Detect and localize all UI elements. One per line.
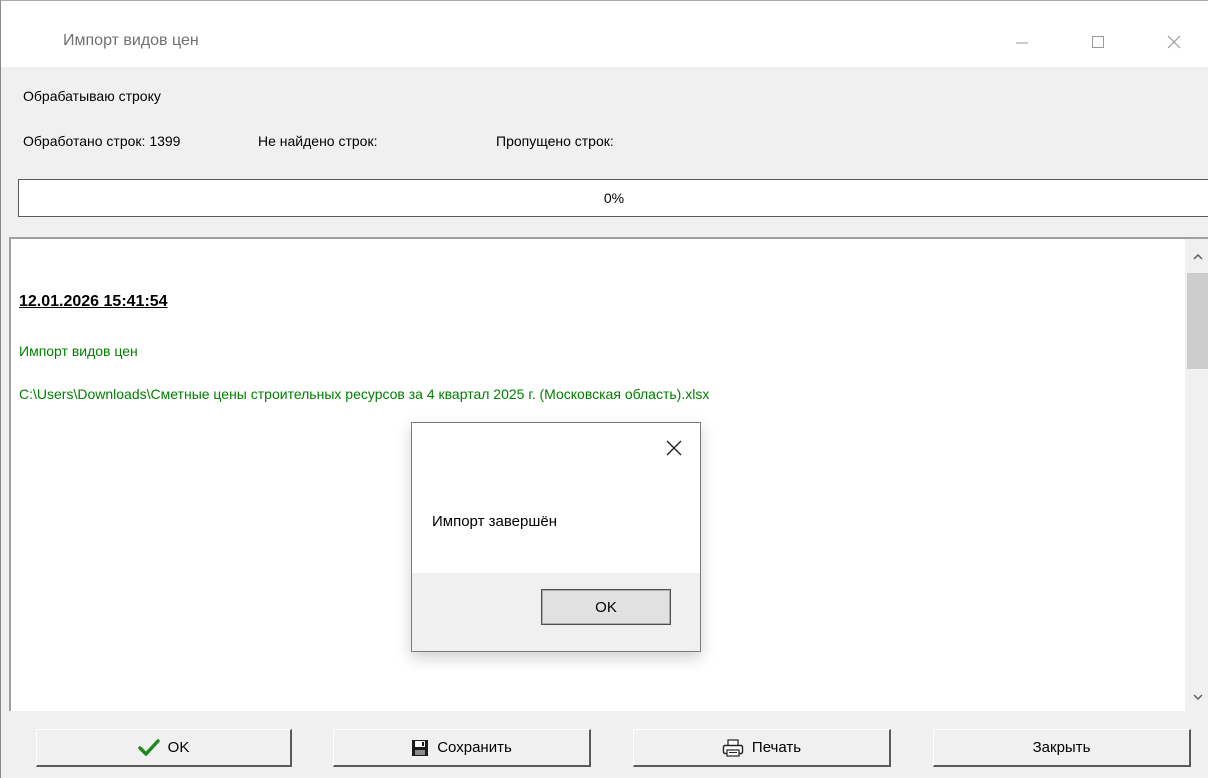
close-icon (1167, 35, 1181, 49)
dialog-message: Импорт завершён (432, 513, 557, 530)
maximize-icon (1092, 36, 1104, 48)
close-window-button[interactable] (1151, 25, 1197, 59)
not-found-count: Не найдено строк: (258, 133, 378, 149)
scroll-thumb[interactable] (1187, 273, 1208, 369)
window-title: Импорт видов цен (63, 32, 199, 49)
minimize-icon (1016, 42, 1028, 44)
print-button-label: Печать (751, 739, 802, 756)
title-bar: Импорт видов цен (1, 1, 1208, 67)
printer-icon (722, 738, 744, 757)
scroll-up-button[interactable] (1185, 245, 1208, 269)
progress-percent: 0% (603, 190, 625, 206)
checkmark-icon (137, 738, 160, 757)
scroll-down-button[interactable] (1185, 685, 1208, 709)
floppy-disk-icon (411, 739, 429, 757)
minimize-button[interactable] (999, 25, 1045, 59)
processing-label: Обрабатываю строку (23, 88, 161, 104)
chevron-down-icon (1193, 694, 1203, 701)
close-icon (666, 440, 682, 456)
processed-count: Обработано строк: 1399 (23, 133, 181, 149)
close-button-label: Закрыть (1032, 739, 1091, 756)
print-button[interactable]: Печать (633, 729, 891, 767)
ok-button-label: OK (167, 739, 190, 756)
save-button[interactable]: Сохранить (333, 729, 591, 767)
progress-bar: 0% (18, 179, 1208, 217)
vertical-scrollbar[interactable] (1185, 239, 1208, 711)
log-line: Импорт видов цен (19, 343, 138, 359)
import-complete-dialog: Импорт завершён OK (411, 422, 701, 652)
chevron-up-icon (1193, 253, 1203, 260)
import-window: Импорт видов цен Обрабатываю строку Обра… (0, 0, 1208, 778)
close-button[interactable]: Закрыть (933, 729, 1191, 767)
ok-button[interactable]: OK (36, 729, 292, 767)
log-line: C:\Users\Downloads\Сметные цены строител… (19, 386, 710, 402)
log-timestamp: 12.01.2026 15:41:54 (19, 293, 168, 310)
save-button-label: Сохранить (437, 739, 512, 756)
skipped-count: Пропущено строк: (496, 133, 614, 149)
maximize-button[interactable] (1075, 25, 1121, 59)
dialog-ok-button[interactable]: OK (541, 589, 671, 625)
dialog-footer: OK (412, 573, 700, 651)
dialog-close-button[interactable] (660, 435, 688, 461)
